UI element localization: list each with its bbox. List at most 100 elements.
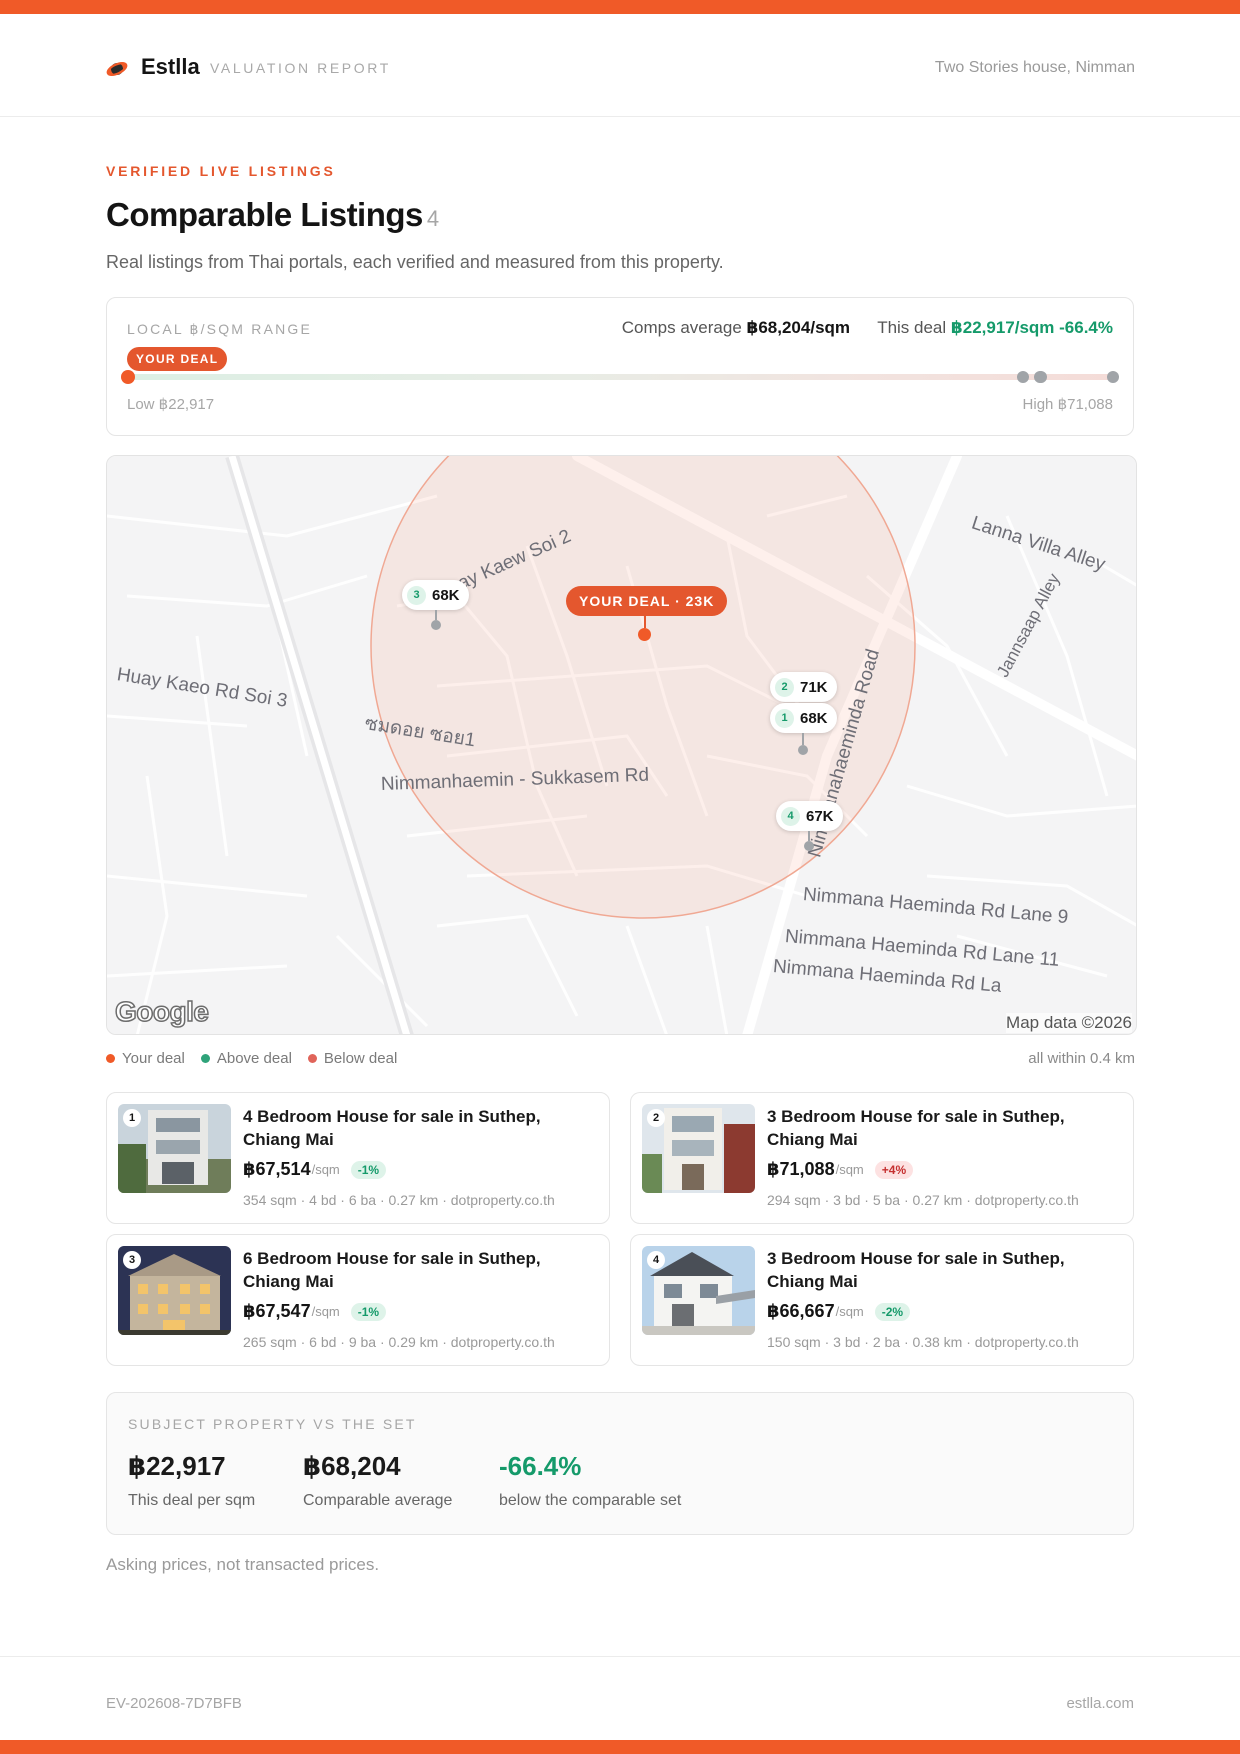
section-title-text: Comparable Listings: [106, 196, 423, 233]
your-deal-map-marker[interactable]: [638, 628, 651, 641]
your-deal-pin-stem: [644, 616, 646, 628]
stat-value: ฿68,204: [303, 1451, 401, 1481]
listing-title[interactable]: 4 Bedroom House for sale in Suthep, Chia…: [243, 1105, 583, 1151]
listing-meta: 265 sqm · 6 bd · 9 ba · 0.29 km · dotpro…: [243, 1334, 555, 1350]
stat-comparable-average: ฿68,204 Comparable average: [303, 1451, 452, 1510]
listing-card-4[interactable]: 4 3 Bedroom House for sale in Suthep, Ch…: [630, 1234, 1134, 1366]
legend-item-your-deal: Your deal: [106, 1050, 185, 1067]
stat-value: ฿22,917: [128, 1451, 226, 1481]
report-header: Estlla VALUATION REPORT Two Stories hous…: [0, 14, 1240, 117]
price-delta-badge: -1%: [350, 1302, 387, 1321]
legend-label: Your deal: [122, 1050, 185, 1067]
pin-location-dot: [798, 745, 808, 755]
price-disclaimer: Asking prices, not transacted prices.: [106, 1555, 380, 1574]
listing-title[interactable]: 3 Bedroom House for sale in Suthep, Chia…: [767, 1247, 1107, 1293]
summary-label: SUBJECT PROPERTY VS THE SET: [128, 1416, 417, 1432]
google-logo[interactable]: Google: [114, 995, 209, 1028]
listing-card-2[interactable]: 2 3 Bedroom House for sale in Suthep, Ch…: [630, 1092, 1134, 1224]
range-track: [129, 374, 1115, 380]
legend-item-below-deal: Below deal: [307, 1050, 398, 1067]
price-unit: /sqm: [835, 1162, 864, 1177]
range-comp-marker: [1016, 371, 1029, 383]
price-value: ฿71,088: [767, 1159, 835, 1179]
comparables-map[interactable]: Huay Kaew Soi 2 Lanna Villa Alley Jannsa…: [106, 455, 1137, 1035]
range-comp-marker: [1034, 371, 1047, 383]
map-pin-listing-1[interactable]: 1 68K: [770, 703, 837, 733]
pin-location-dot: [431, 620, 441, 630]
price-unit: /sqm: [835, 1304, 864, 1319]
price-unit: /sqm: [311, 1162, 340, 1177]
listing-meta: 150 sqm · 3 bd · 2 ba · 0.38 km · dotpro…: [767, 1334, 1079, 1350]
pin-number: 1: [775, 708, 794, 728]
listing-meta: 354 sqm · 4 bd · 6 ba · 0.27 km · dotpro…: [243, 1192, 555, 1208]
stat-caption: Comparable average: [303, 1492, 453, 1509]
estlla-logo-icon: [106, 62, 128, 76]
pin-number: 4: [781, 806, 800, 826]
listing-number-badge: 3: [123, 1251, 141, 1269]
map-legend: Your deal Above deal Below deal: [106, 1050, 397, 1067]
this-deal-value: ฿22,917/sqm -66.4%: [950, 318, 1113, 337]
price-unit: /sqm: [311, 1304, 340, 1319]
range-deal-marker: [121, 370, 135, 384]
price-value: ฿67,514: [243, 1159, 311, 1179]
section-title: Comparable Listings 4: [106, 196, 439, 234]
legend-dot: [106, 1054, 115, 1063]
legend-item-above-deal: Above deal: [200, 1050, 292, 1067]
listing-meta: 294 sqm · 3 bd · 5 ba · 0.27 km · dotpro…: [767, 1192, 1079, 1208]
map-pin-listing-4[interactable]: 4 67K: [776, 801, 843, 831]
section-eyebrow: VERIFIED LIVE LISTINGS: [106, 163, 336, 179]
report-id: EV-202608-7D7BFB: [106, 1695, 242, 1712]
listing-price: ฿67,547/sqm -1%: [243, 1301, 387, 1322]
pin-number: 2: [775, 677, 794, 697]
pin-price: 71K: [800, 678, 828, 696]
price-range-card: LOCAL ฿/SQM RANGE Comps average ฿68,204/…: [106, 297, 1134, 436]
subject-vs-set-summary: SUBJECT PROPERTY VS THE SET ฿22,917 This…: [106, 1392, 1134, 1535]
listing-card-3[interactable]: 3 6 Bedroom House for sale in Suthep, Ch…: [106, 1234, 610, 1366]
listing-price: ฿71,088/sqm +4%: [767, 1159, 914, 1180]
stat-difference: -66.4% below the comparable set: [499, 1451, 681, 1510]
range-comp-marker: [1107, 371, 1119, 383]
bottom-accent-bar: [0, 1740, 1240, 1754]
price-value: ฿66,667: [767, 1301, 835, 1321]
price-delta-badge: +4%: [874, 1160, 914, 1179]
range-low: Low ฿22,917: [127, 396, 215, 413]
listing-title[interactable]: 6 Bedroom House for sale in Suthep, Chia…: [243, 1247, 583, 1293]
this-deal-prefix: This deal: [877, 318, 947, 337]
pin-price: 68K: [800, 709, 828, 727]
listing-count: 4: [426, 206, 439, 231]
price-delta-badge: -1%: [350, 1160, 387, 1179]
listing-card-1[interactable]: 1 4 Bedroom House for sale in Suthep, Ch…: [106, 1092, 610, 1224]
brand-name: Estlla: [141, 54, 200, 79]
price-value: ฿67,547: [243, 1301, 311, 1321]
top-accent-bar: [0, 0, 1240, 14]
comps-average-value: ฿68,204/sqm: [746, 318, 851, 337]
pin-stem: [435, 610, 437, 620]
property-name: Two Stories house, Nimman: [934, 59, 1135, 76]
section-subtitle: Real listings from Thai portals, each ve…: [106, 252, 724, 272]
map-pin-listing-3[interactable]: 3 68K: [402, 580, 469, 610]
stat-caption: below the comparable set: [499, 1492, 682, 1509]
listing-number-badge: 1: [123, 1109, 141, 1127]
pin-price: 68K: [432, 586, 460, 604]
stat-caption: This deal per sqm: [128, 1492, 256, 1509]
price-delta-badge: -2%: [874, 1302, 911, 1321]
range-label: LOCAL ฿/SQM RANGE: [127, 321, 313, 337]
pin-price: 67K: [806, 807, 834, 825]
listing-price: ฿67,514/sqm -1%: [243, 1159, 387, 1180]
report-type-label: VALUATION REPORT: [210, 60, 391, 76]
listing-number-badge: 2: [647, 1109, 665, 1127]
range-high: High ฿71,088: [1022, 396, 1113, 413]
listing-number-badge: 4: [647, 1251, 665, 1269]
legend-label: Below deal: [323, 1050, 398, 1067]
pin-stem: [802, 733, 804, 745]
comps-average-prefix: Comps average: [621, 318, 742, 337]
range-averages: Comps average ฿68,204/sqm This deal ฿22,…: [622, 318, 1113, 338]
map-attribution[interactable]: Map data ©2026: [1006, 1013, 1132, 1033]
site-link[interactable]: estlla.com: [1066, 1695, 1134, 1712]
listing-title[interactable]: 3 Bedroom House for sale in Suthep, Chia…: [767, 1105, 1107, 1151]
map-pin-listing-2[interactable]: 2 71K: [770, 672, 837, 702]
listing-price: ฿66,667/sqm -2%: [767, 1301, 911, 1322]
your-deal-map-label[interactable]: YOUR DEAL · 23K: [566, 586, 728, 616]
pin-number: 3: [407, 585, 426, 605]
your-deal-pill: YOUR DEAL: [127, 347, 228, 371]
